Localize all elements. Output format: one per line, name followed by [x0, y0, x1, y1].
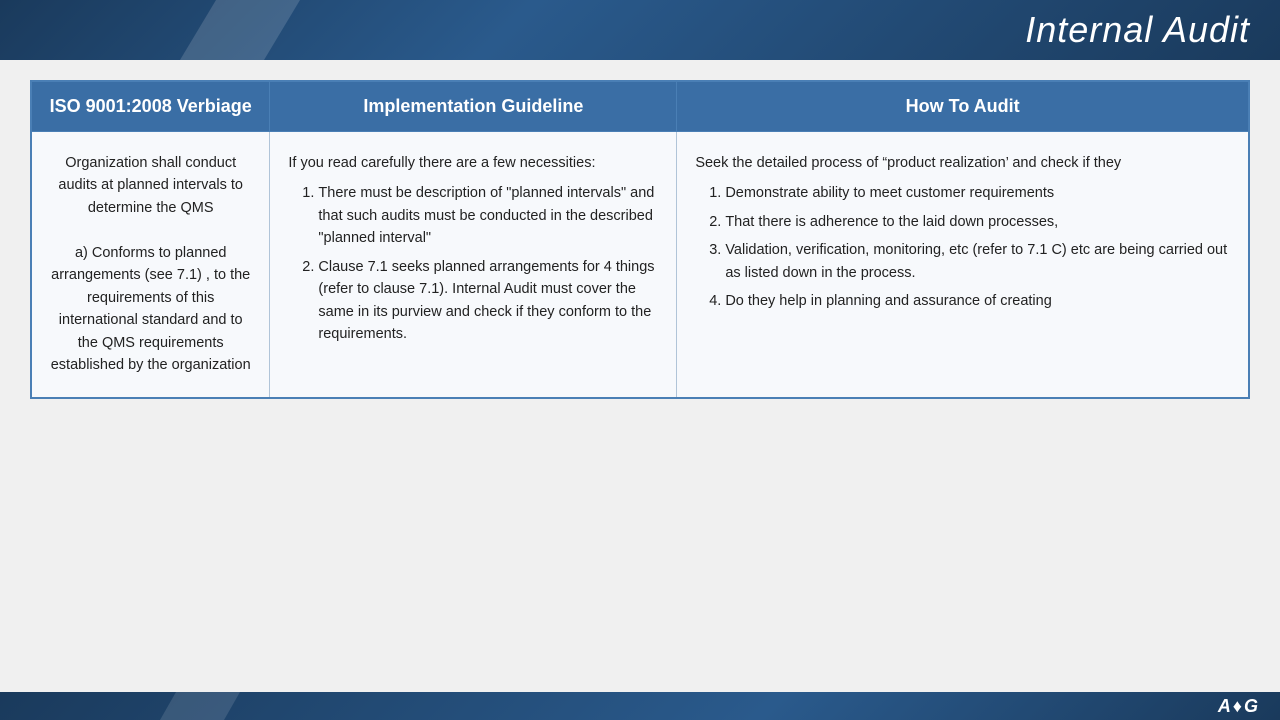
page-title: Internal Audit — [1025, 9, 1250, 51]
table-header-row: ISO 9001:2008 Verbiage Implementation Gu… — [31, 81, 1249, 132]
audit-item-4: Do they help in planning and assurance o… — [725, 290, 1230, 312]
audit-list: Demonstrate ability to meet customer req… — [695, 182, 1230, 312]
audit-item-1: Demonstrate ability to meet customer req… — [725, 182, 1230, 204]
page-footer: A♦G — [0, 692, 1280, 720]
footer-logo: A♦G — [1218, 696, 1260, 717]
audit-table: ISO 9001:2008 Verbiage Implementation Gu… — [30, 80, 1250, 399]
cell-audit: Seek the detailed process of “product re… — [677, 132, 1249, 398]
guideline-list: There must be description of "planned in… — [288, 182, 658, 345]
col-header-verbiage: ISO 9001:2008 Verbiage — [31, 81, 270, 132]
verbiage-text: Organization shall conduct audits at pla… — [51, 155, 251, 373]
guideline-item-1: There must be description of "planned in… — [318, 182, 658, 249]
cell-guideline: If you read carefully there are a few ne… — [270, 132, 677, 398]
col-header-guideline: Implementation Guideline — [270, 81, 677, 132]
cell-verbiage: Organization shall conduct audits at pla… — [31, 132, 270, 398]
guideline-item-2: Clause 7.1 seeks planned arrangements fo… — [318, 256, 658, 346]
page-header: Internal Audit — [0, 0, 1280, 60]
guideline-intro: If you read carefully there are a few ne… — [288, 155, 595, 171]
audit-item-3: Validation, verification, monitoring, et… — [725, 239, 1230, 284]
col-header-audit: How To Audit — [677, 81, 1249, 132]
main-content: ISO 9001:2008 Verbiage Implementation Gu… — [0, 60, 1280, 419]
audit-item-2: That there is adherence to the laid down… — [725, 211, 1230, 233]
audit-intro: Seek the detailed process of “product re… — [695, 155, 1121, 171]
table-row: Organization shall conduct audits at pla… — [31, 132, 1249, 398]
